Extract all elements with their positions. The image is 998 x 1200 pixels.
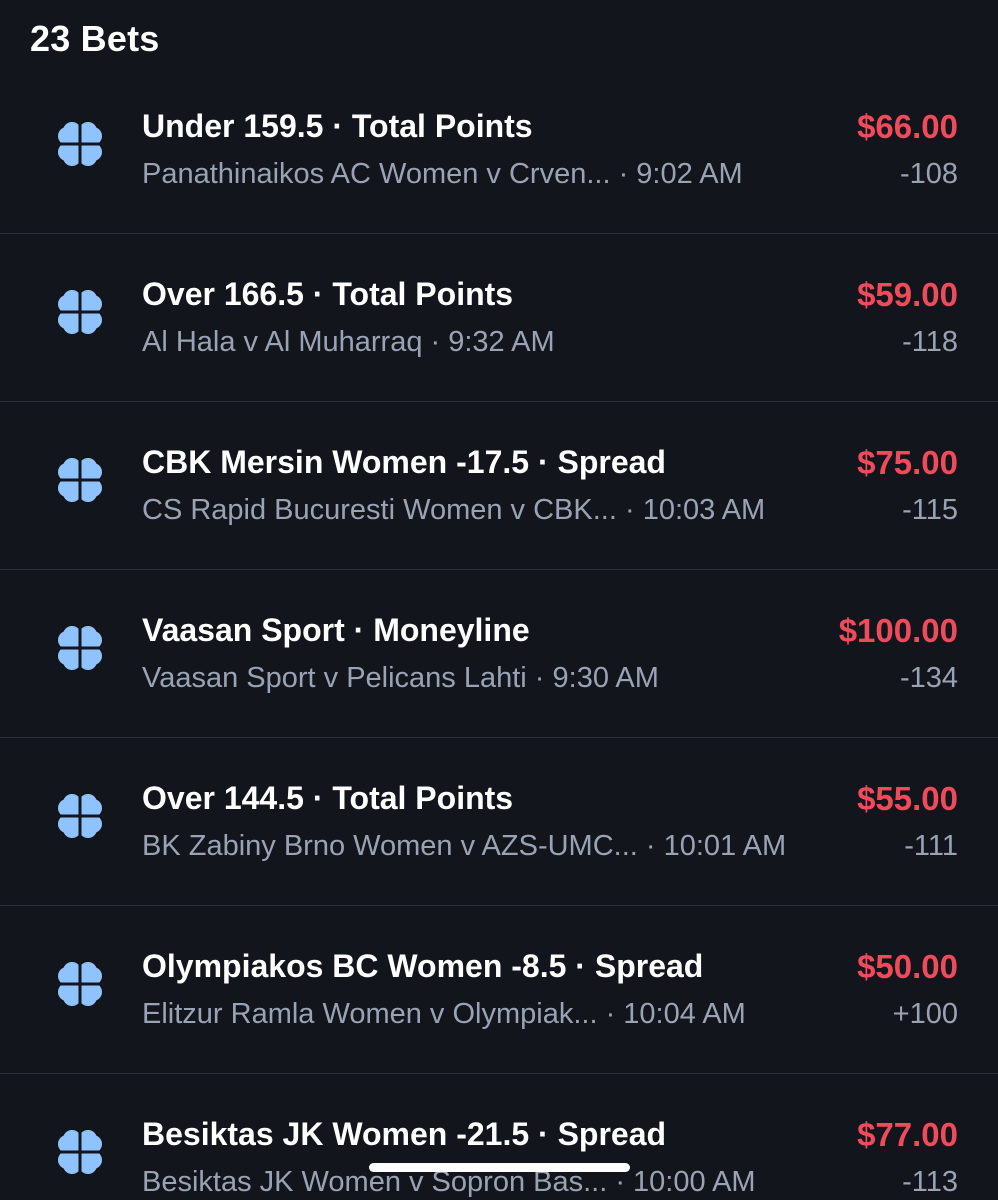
bet-event: Vaasan Sport v Pelicans Lahti · 9:30 AM bbox=[142, 662, 659, 694]
bets-screen: 23 Bets Under 159.5 · Total Points Panat… bbox=[0, 0, 998, 1200]
bet-amount: $75.00 bbox=[857, 444, 958, 481]
bet-amount: $77.00 bbox=[857, 1116, 958, 1153]
bet-odds: -134 bbox=[899, 662, 958, 694]
bet-title: Olympiakos BC Women -8.5 · Spread bbox=[142, 948, 704, 984]
bet-odds: -111 bbox=[904, 830, 958, 862]
clover-icon bbox=[58, 122, 102, 166]
clover-icon bbox=[58, 962, 102, 1006]
bet-title: Vaasan Sport · Moneyline bbox=[142, 612, 530, 648]
bet-row[interactable]: Vaasan Sport · Moneyline Vaasan Sport v … bbox=[0, 570, 998, 738]
bet-amount: $55.00 bbox=[857, 780, 958, 817]
bet-title: Under 159.5 · Total Points bbox=[142, 108, 533, 144]
clover-icon bbox=[58, 626, 102, 670]
bet-event: Al Hala v Al Muharraq · 9:32 AM bbox=[142, 326, 555, 358]
bet-event: Panathinaikos AC Women v Crven... · 9:02… bbox=[142, 158, 743, 190]
bet-title: Over 144.5 · Total Points bbox=[142, 780, 514, 816]
bet-title: Over 166.5 · Total Points bbox=[142, 276, 514, 312]
bet-amount: $66.00 bbox=[857, 108, 958, 145]
clover-icon bbox=[58, 458, 102, 502]
bet-row[interactable]: Under 159.5 · Total Points Panathinaikos… bbox=[0, 66, 998, 234]
bet-title: Besiktas JK Women -21.5 · Spread bbox=[142, 1116, 667, 1152]
bet-row[interactable]: Olympiakos BC Women -8.5 · Spread Elitzu… bbox=[0, 906, 998, 1074]
bet-odds: -113 bbox=[902, 1166, 958, 1198]
bet-title: CBK Mersin Women -17.5 · Spread bbox=[142, 444, 666, 480]
bet-row[interactable]: CBK Mersin Women -17.5 · Spread CS Rapid… bbox=[0, 402, 998, 570]
bet-amount: $100.00 bbox=[838, 612, 958, 649]
bet-amount: $59.00 bbox=[857, 276, 958, 313]
bet-list: Under 159.5 · Total Points Panathinaikos… bbox=[0, 66, 998, 1200]
bet-row[interactable]: Over 166.5 · Total Points Al Hala v Al M… bbox=[0, 234, 998, 402]
clover-icon bbox=[58, 290, 102, 334]
page-title: 23 Bets bbox=[30, 18, 160, 59]
bet-odds: -118 bbox=[902, 326, 958, 358]
bet-amount: $50.00 bbox=[857, 948, 958, 985]
home-indicator[interactable] bbox=[369, 1163, 630, 1172]
clover-icon bbox=[58, 794, 102, 838]
bet-row[interactable]: Besiktas JK Women -21.5 · Spread Besikta… bbox=[0, 1074, 998, 1200]
bet-odds: -115 bbox=[902, 494, 958, 526]
bet-event: BK Zabiny Brno Women v AZS-UMC... · 10:0… bbox=[142, 830, 787, 862]
bet-event: CS Rapid Bucuresti Women v CBK... · 10:0… bbox=[142, 494, 766, 526]
bet-row[interactable]: Over 144.5 · Total Points BK Zabiny Brno… bbox=[0, 738, 998, 906]
bet-event: Elitzur Ramla Women v Olympiak... · 10:0… bbox=[142, 998, 746, 1030]
bet-odds: +100 bbox=[892, 998, 958, 1030]
bet-odds: -108 bbox=[899, 158, 958, 190]
clover-icon bbox=[58, 1130, 102, 1174]
